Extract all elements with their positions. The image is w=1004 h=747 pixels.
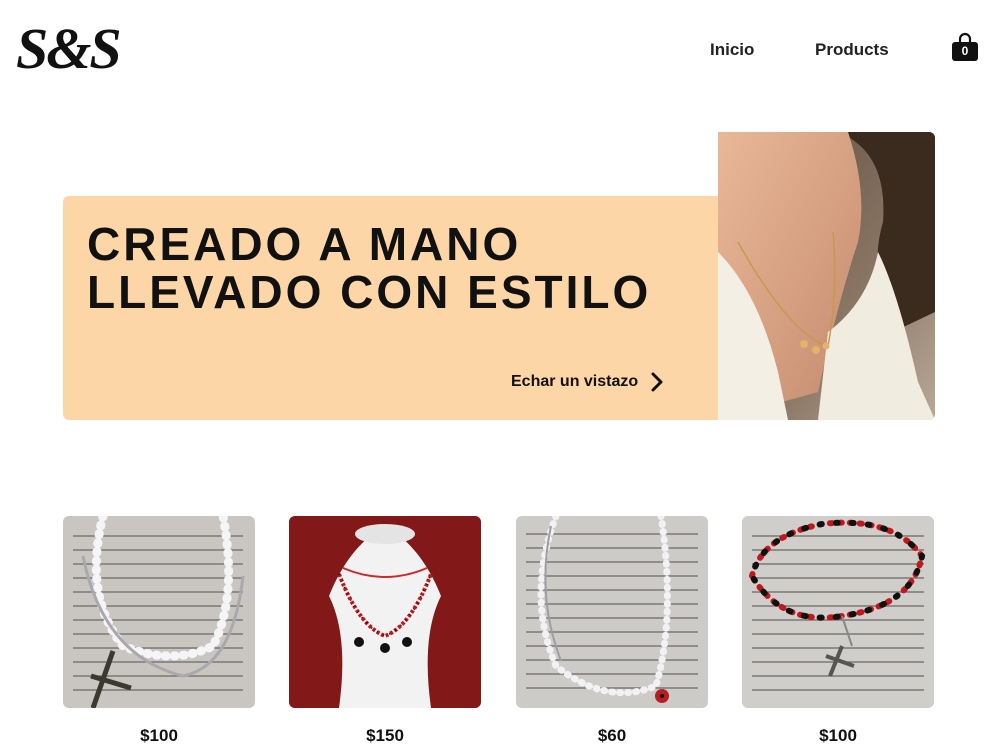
hero-title-line-2: LLEVADO CON ESTILO — [87, 266, 652, 318]
hero-title: CREADO A MANO LLEVADO CON ESTILO — [87, 220, 727, 316]
cart-count-badge: 0 — [961, 44, 969, 58]
product-card[interactable]: $150 — [289, 516, 481, 746]
product-image[interactable] — [63, 516, 255, 708]
product-price: $60 — [597, 726, 627, 745]
hero-model-photo — [718, 132, 935, 420]
nav-link-inicio[interactable]: Inicio — [710, 40, 754, 60]
cart-button[interactable]: 0 — [950, 32, 980, 62]
browse-button-label: Echar un vistazo — [511, 373, 639, 390]
product-image[interactable] — [289, 516, 481, 708]
chevron-right-icon — [651, 372, 663, 392]
product-card[interactable]: $60 — [516, 516, 708, 746]
brand-logo[interactable]: S&S — [16, 18, 122, 80]
product-image[interactable] — [742, 516, 934, 708]
product-price: $100 — [140, 726, 178, 745]
product-card[interactable]: $100 — [63, 516, 255, 746]
hero-title-line-1: CREADO A MANO — [87, 218, 522, 270]
product-price: $100 — [819, 726, 857, 745]
product-card[interactable]: $100 — [742, 516, 934, 746]
browse-button[interactable]: Echar un vistazo — [511, 372, 664, 392]
page: S&S Inicio Products 0 CREADO A MANO LLEV… — [0, 0, 1004, 747]
product-image[interactable] — [516, 516, 708, 708]
nav-link-products[interactable]: Products — [815, 40, 889, 60]
product-price: $150 — [366, 726, 404, 745]
hero-banner: CREADO A MANO LLEVADO CON ESTILO Echar u… — [63, 196, 743, 420]
